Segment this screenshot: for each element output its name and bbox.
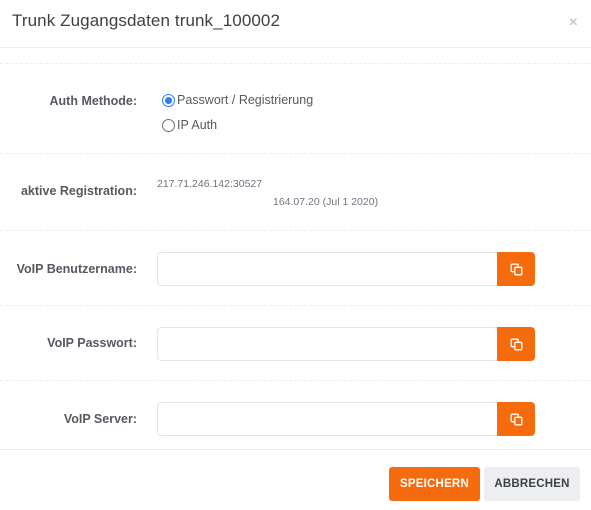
divider <box>0 380 591 381</box>
radio-label: Passwort / Registrierung <box>177 93 314 107</box>
voip-username-label: VoIP Benutzername: <box>16 262 137 276</box>
voip-server-label: VoIP Server: <box>63 412 137 426</box>
radio-button[interactable] <box>162 118 175 132</box>
radio-ip-auth[interactable]: IP Auth <box>162 118 217 132</box>
copy-password-button[interactable] <box>497 327 535 361</box>
voip-server-group <box>157 402 535 436</box>
radio-password-registration[interactable]: Passwort / Registrierung <box>162 93 313 107</box>
copy-icon <box>510 338 523 351</box>
cancel-button[interactable]: ABBRECHEN <box>484 467 580 501</box>
copy-icon <box>510 263 523 276</box>
auth-method-label: Auth Methode: <box>49 94 137 108</box>
voip-username-group <box>157 252 535 286</box>
modal-title: Trunk Zugangsdaten trunk_100002 <box>12 11 281 30</box>
modal-header: Trunk Zugangsdaten trunk_100002 × <box>0 0 591 48</box>
registration-info: 164.07.20 (Jul 1 2020) <box>273 196 379 208</box>
copy-icon <box>510 413 523 426</box>
voip-server-input[interactable] <box>157 402 497 436</box>
copy-username-button[interactable] <box>497 252 535 286</box>
radio-label: IP Auth <box>177 118 218 132</box>
divider <box>0 153 591 154</box>
close-icon[interactable]: × <box>569 13 578 33</box>
divider <box>0 63 591 64</box>
save-button[interactable]: SPEICHERN <box>389 467 480 501</box>
voip-username-input[interactable] <box>157 252 497 286</box>
voip-password-label: VoIP Passwort: <box>47 336 137 350</box>
active-registration-label: aktive Registration: <box>20 184 137 198</box>
divider <box>0 230 591 231</box>
voip-password-group <box>157 327 535 361</box>
voip-password-input[interactable] <box>157 327 497 361</box>
radio-button-checked[interactable] <box>162 93 175 107</box>
registration-address: 217.71.246.142:30527 <box>157 178 263 190</box>
divider <box>0 305 591 306</box>
copy-server-button[interactable] <box>497 402 535 436</box>
